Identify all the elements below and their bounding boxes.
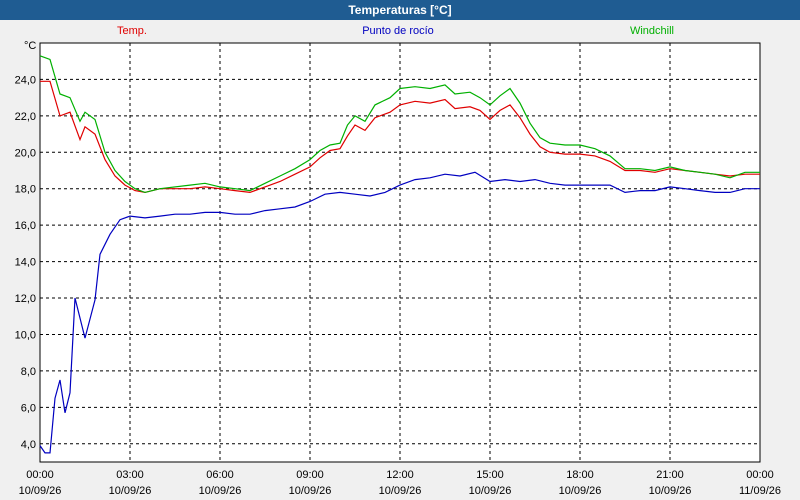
x-tick-date: 10/09/26 xyxy=(559,485,602,497)
x-tick-date: 10/09/26 xyxy=(649,485,692,497)
y-tick-label: 24,0 xyxy=(15,74,36,86)
y-tick-label: 6,0 xyxy=(21,402,36,414)
y-tick-label: 4,0 xyxy=(21,439,36,451)
y-tick-label: 14,0 xyxy=(15,257,36,269)
chart-title: Temperaturas [°C] xyxy=(0,0,800,20)
x-tick-time: 15:00 xyxy=(476,469,504,481)
x-tick-time: 00:00 xyxy=(746,469,774,481)
temperature-chart: 4,0 6,0 8,0 10,0 12,0 14,0 16,0 18,0 20,0 22,0 24,… xyxy=(15,42,781,497)
y-tick-label: 8,0 xyxy=(21,366,36,378)
y-tick-label: 18,0 xyxy=(15,184,36,196)
y-tick-label: 12,0 xyxy=(15,293,36,305)
x-tick-time: 18:00 xyxy=(566,469,594,481)
y-tick-label: 16,0 xyxy=(15,220,36,232)
x-tick-time: 00:00 xyxy=(26,469,54,481)
x-tick-date: 10/09/26 xyxy=(289,485,332,497)
y-tick-label: 22,0 xyxy=(15,111,36,123)
x-tick-time: 12:00 xyxy=(386,469,414,481)
y-tick-label: 10,0 xyxy=(15,329,36,341)
x-tick-date: 11/09/26 xyxy=(739,485,781,497)
y-tick-label: 20,0 xyxy=(15,147,36,159)
x-tick-time: 09:00 xyxy=(296,469,324,481)
x-tick-date: 10/09/26 xyxy=(109,485,152,497)
x-tick-date: 10/09/26 xyxy=(469,485,512,497)
x-tick-date: 10/09/26 xyxy=(379,485,422,497)
x-tick-time: 21:00 xyxy=(656,469,684,481)
x-tick-time: 03:00 xyxy=(116,469,144,481)
x-tick-time: 06:00 xyxy=(206,469,234,481)
x-tick-date: 10/09/26 xyxy=(199,485,242,497)
x-tick-date: 10/09/26 xyxy=(19,485,62,497)
